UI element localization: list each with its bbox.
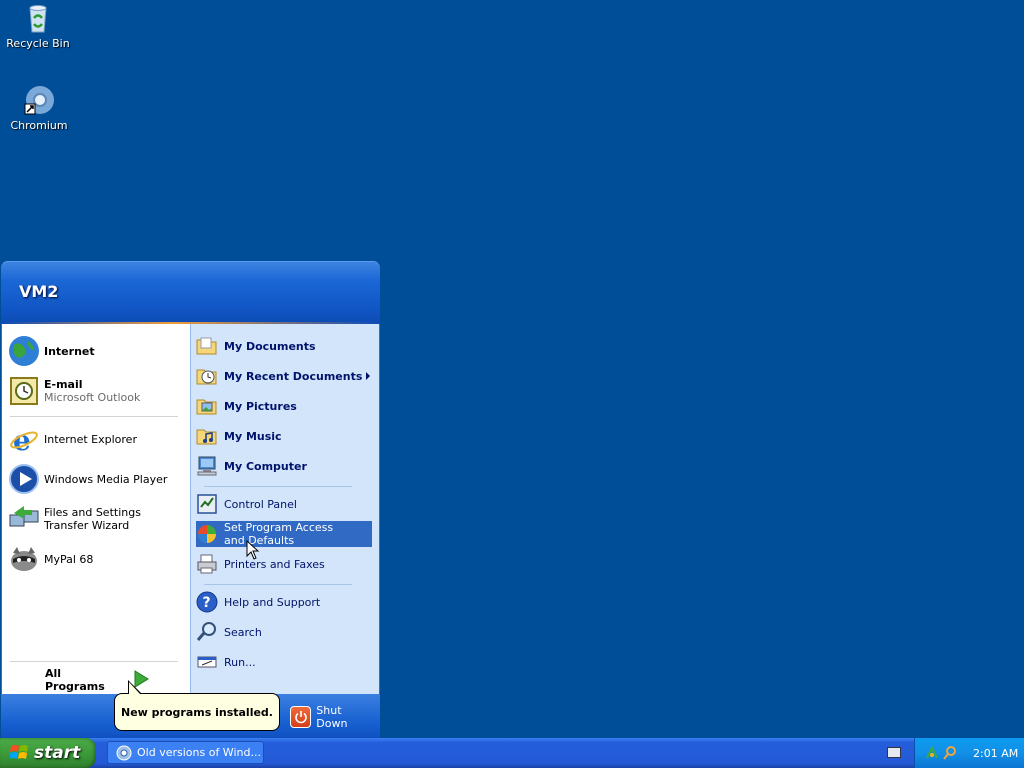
start-label: start bbox=[34, 743, 81, 763]
folder-icon bbox=[196, 335, 218, 357]
recent-item-media-player[interactable]: Windows Media Player bbox=[8, 462, 184, 496]
music-folder-icon bbox=[196, 425, 218, 447]
help-item-help-support[interactable]: ? Help and Support bbox=[196, 589, 372, 615]
pinned-item-label: Internet bbox=[44, 344, 95, 358]
desktop-icon-label: Recycle Bin bbox=[6, 37, 70, 50]
places-item-label: My Pictures bbox=[224, 399, 297, 413]
places-item-my-recent-documents[interactable]: My Recent Documents bbox=[196, 363, 372, 389]
outlook-icon bbox=[8, 375, 40, 407]
media-player-icon bbox=[8, 463, 40, 495]
desktop-icon-recycle-bin[interactable]: Recycle Bin bbox=[0, 2, 76, 50]
system-item-printers-faxes[interactable]: Printers and Faxes bbox=[196, 551, 372, 577]
help-icon: ? bbox=[196, 591, 218, 613]
start-button[interactable]: start bbox=[0, 738, 96, 768]
svg-text:?: ? bbox=[203, 595, 211, 611]
help-item-label: Search bbox=[224, 625, 262, 639]
places-item-my-music[interactable]: My Music bbox=[196, 423, 372, 449]
right-pane-divider bbox=[204, 486, 352, 487]
taskbar-window-label: Old versions of Wind... bbox=[137, 746, 261, 759]
system-item-label: Set Program Access and Defaults bbox=[224, 521, 334, 547]
pinned-item-label: E-mail bbox=[44, 378, 83, 391]
desktop-icon-chromium[interactable]: Chromium bbox=[1, 84, 77, 132]
desktop-icon-label: Chromium bbox=[10, 119, 68, 132]
recent-item-mypal[interactable]: MyPal 68 bbox=[8, 542, 184, 576]
recent-item-internet-explorer[interactable]: e Internet Explorer bbox=[8, 422, 184, 457]
computer-icon bbox=[196, 455, 218, 477]
places-item-my-pictures[interactable]: My Pictures bbox=[196, 393, 372, 419]
system-item-label: Printers and Faxes bbox=[224, 557, 325, 571]
recent-item-label: MyPal 68 bbox=[44, 552, 94, 566]
run-icon bbox=[196, 651, 218, 673]
pinned-item-internet[interactable]: Internet bbox=[8, 334, 184, 368]
right-pane-divider bbox=[204, 584, 352, 585]
transfer-wizard-icon bbox=[8, 503, 40, 535]
help-item-search[interactable]: Search bbox=[196, 619, 372, 645]
places-item-my-computer[interactable]: My Computer bbox=[196, 453, 372, 479]
network-icon[interactable] bbox=[925, 745, 939, 760]
places-item-my-documents[interactable]: My Documents bbox=[196, 333, 372, 359]
places-item-label: My Recent Documents bbox=[224, 369, 363, 383]
submenu-arrow-icon bbox=[366, 372, 370, 380]
system-item-control-panel[interactable]: Control Panel bbox=[196, 491, 372, 517]
user-name: VM2 bbox=[19, 282, 59, 301]
shutdown-button[interactable]: Shut Down bbox=[290, 704, 374, 730]
browser-icon bbox=[116, 745, 132, 761]
power-icon bbox=[290, 706, 312, 728]
keyboard-icon[interactable] bbox=[887, 747, 901, 758]
clock[interactable]: 2:01 AM bbox=[973, 747, 1018, 760]
balloon-tail-fill bbox=[129, 682, 140, 694]
mouse-cursor bbox=[246, 539, 260, 563]
internet-globe-icon bbox=[8, 335, 40, 367]
system-tray: 2:01 AM bbox=[914, 738, 1024, 768]
recent-item-transfer-wizard[interactable]: Files and Settings Transfer Wizard bbox=[8, 502, 184, 536]
recent-item-label: Files and Settings Transfer Wizard bbox=[44, 506, 141, 532]
printer-icon bbox=[196, 553, 218, 575]
shutdown-label: Shut Down bbox=[316, 704, 348, 730]
pinned-item-email[interactable]: E-mail Microsoft Outlook bbox=[8, 374, 184, 408]
left-pane-divider bbox=[10, 661, 178, 662]
places-item-label: My Computer bbox=[224, 459, 307, 473]
recent-item-label: Windows Media Player bbox=[44, 472, 168, 486]
help-item-run[interactable]: Run... bbox=[196, 649, 372, 675]
chromium-icon bbox=[23, 84, 55, 116]
internet-explorer-icon: e bbox=[8, 423, 40, 457]
start-menu-header: VM2 bbox=[1, 261, 380, 324]
system-item-label: Control Panel bbox=[224, 497, 297, 511]
new-programs-balloon[interactable]: New programs installed. bbox=[114, 693, 280, 731]
search-tray-icon[interactable] bbox=[943, 746, 957, 760]
left-pane-divider bbox=[10, 416, 178, 417]
help-item-label: Run... bbox=[224, 655, 256, 669]
pictures-folder-icon bbox=[196, 395, 218, 417]
help-item-label: Help and Support bbox=[224, 595, 321, 609]
taskbar: start Old versions of Wind... 2:01 AM bbox=[0, 738, 1024, 768]
search-icon bbox=[196, 621, 218, 643]
all-programs-label: All Programs bbox=[45, 667, 105, 693]
balloon-text: New programs installed. bbox=[121, 705, 273, 719]
taskbar-window-button[interactable]: Old versions of Wind... bbox=[107, 741, 264, 764]
program-access-icon bbox=[196, 523, 218, 545]
windows-logo-icon bbox=[9, 744, 30, 762]
system-item-set-program-access[interactable]: Set Program Access and Defaults bbox=[196, 521, 372, 547]
recent-item-label: Internet Explorer bbox=[44, 432, 137, 446]
places-item-label: My Documents bbox=[224, 339, 316, 353]
clock-folder-icon bbox=[196, 365, 218, 387]
places-item-label: My Music bbox=[224, 429, 282, 443]
mypal-icon bbox=[8, 543, 40, 575]
control-panel-icon bbox=[196, 493, 218, 515]
recycle-bin-icon bbox=[22, 2, 54, 34]
pinned-item-sublabel: Microsoft Outlook bbox=[44, 391, 141, 404]
